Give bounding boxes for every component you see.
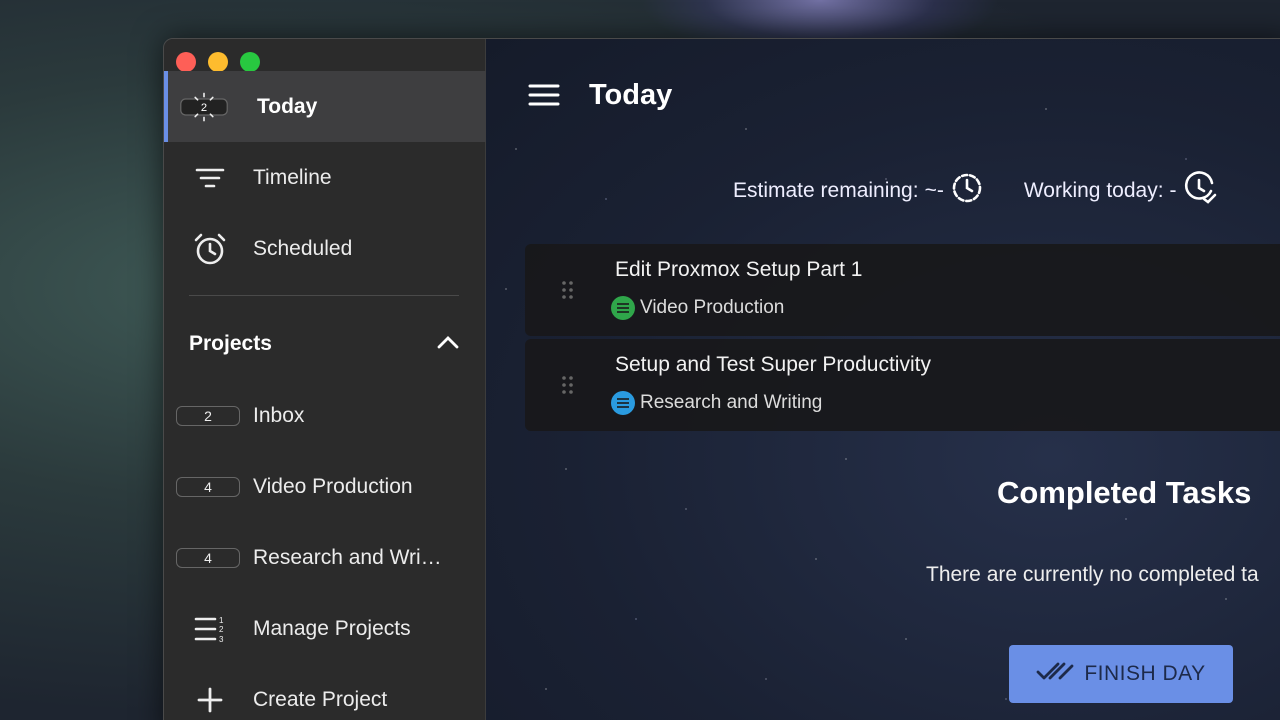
svg-text:1: 1 xyxy=(219,616,224,625)
alarm-clock-icon xyxy=(186,233,234,265)
main-content: Today Estimate remaining: ~- Working tod… xyxy=(486,39,1280,720)
task-project-tag[interactable]: Research and Writing xyxy=(611,391,822,415)
plus-icon xyxy=(186,684,234,716)
sidebar-item-manage-projects[interactable]: 123 Manage Projects xyxy=(164,593,486,664)
minimize-window-button[interactable] xyxy=(208,52,228,72)
numbered-list-icon: 123 xyxy=(186,613,234,645)
dashed-clock-icon xyxy=(950,171,984,211)
no-completed-message: There are currently no completed ta xyxy=(926,563,1259,586)
sidebar-item-scheduled[interactable]: Scheduled xyxy=(164,213,486,284)
task-title[interactable]: Setup and Test Super Productivity xyxy=(615,353,931,377)
today-badge-icon: 2 xyxy=(180,91,228,123)
working-value: - xyxy=(1169,179,1177,202)
project-count-badge: 4 xyxy=(176,542,240,574)
sidebar-item-project-video-production[interactable]: 4 Video Production xyxy=(164,451,486,522)
maximize-window-button[interactable] xyxy=(240,52,260,72)
project-count-badge: 2 xyxy=(176,400,240,432)
projects-title: Projects xyxy=(189,332,272,355)
double-check-icon xyxy=(1036,660,1074,688)
drag-handle-icon[interactable] xyxy=(561,280,575,300)
sidebar-item-label: Create Project xyxy=(253,687,388,711)
chevron-up-icon[interactable] xyxy=(437,335,459,354)
sidebar-item-project-inbox[interactable]: 2 Inbox xyxy=(164,380,486,451)
task-project-tag[interactable]: Video Production xyxy=(611,296,784,320)
completed-tasks-title: Completed Tasks xyxy=(997,475,1252,510)
sidebar-item-create-project[interactable]: Create Project xyxy=(164,664,486,720)
sidebar-item-label: Manage Projects xyxy=(253,616,411,640)
task-item[interactable]: Setup and Test Super Productivity Resear… xyxy=(525,339,1280,431)
task-list: Edit Proxmox Setup Part 1 Video Producti… xyxy=(525,244,1280,434)
timeline-icon xyxy=(186,162,234,194)
working-label: Working today: xyxy=(1023,179,1164,202)
sidebar-item-project-research-writing[interactable]: 4 Research and Wri… xyxy=(164,522,486,593)
estimate-label: Estimate remaining: xyxy=(733,179,919,202)
sidebar-item-label: Today xyxy=(257,94,318,118)
sidebar-item-today[interactable]: 2 Today xyxy=(164,71,486,142)
sidebar-item-label: Research and Wri… xyxy=(253,545,442,569)
sidebar-item-timeline[interactable]: Timeline xyxy=(164,142,486,213)
sidebar-item-label: Inbox xyxy=(253,403,305,427)
top-bar: Today xyxy=(486,39,1280,155)
projects-section-header[interactable]: Projects xyxy=(189,329,459,359)
task-project-label: Research and Writing xyxy=(640,392,823,413)
project-list-icon xyxy=(611,296,635,320)
app-window: 2 Today Timeline Scheduled Projects 2 In… xyxy=(163,38,1280,720)
estimate-remaining: Estimate remaining: ~- xyxy=(733,171,984,211)
window-controls xyxy=(176,52,260,72)
drag-handle-icon[interactable] xyxy=(561,375,575,395)
today-count: 2 xyxy=(201,102,207,114)
time-estimates: Estimate remaining: ~- Working today: - xyxy=(733,171,1280,211)
finish-day-button[interactable]: FINISH DAY xyxy=(1009,645,1233,703)
hamburger-menu-icon[interactable] xyxy=(528,83,560,107)
sidebar-item-label: Video Production xyxy=(253,474,413,498)
page-title: Today xyxy=(589,79,673,111)
project-list-icon xyxy=(611,391,635,415)
task-item[interactable]: Edit Proxmox Setup Part 1 Video Producti… xyxy=(525,244,1280,336)
project-count-badge: 4 xyxy=(176,471,240,503)
sidebar-divider xyxy=(189,295,459,296)
finish-day-label: FINISH DAY xyxy=(1084,662,1206,685)
task-project-label: Video Production xyxy=(640,297,785,318)
sidebar-item-label: Timeline xyxy=(253,165,332,189)
sidebar-item-label: Scheduled xyxy=(253,236,353,260)
working-today: Working today: - xyxy=(1024,171,1217,211)
close-window-button[interactable] xyxy=(176,52,196,72)
sidebar: 2 Today Timeline Scheduled Projects 2 In… xyxy=(164,39,486,720)
estimate-value: ~- xyxy=(924,179,944,202)
svg-text:3: 3 xyxy=(219,635,224,643)
clock-check-icon xyxy=(1183,171,1217,211)
task-title[interactable]: Edit Proxmox Setup Part 1 xyxy=(615,258,862,282)
svg-text:2: 2 xyxy=(219,625,224,634)
